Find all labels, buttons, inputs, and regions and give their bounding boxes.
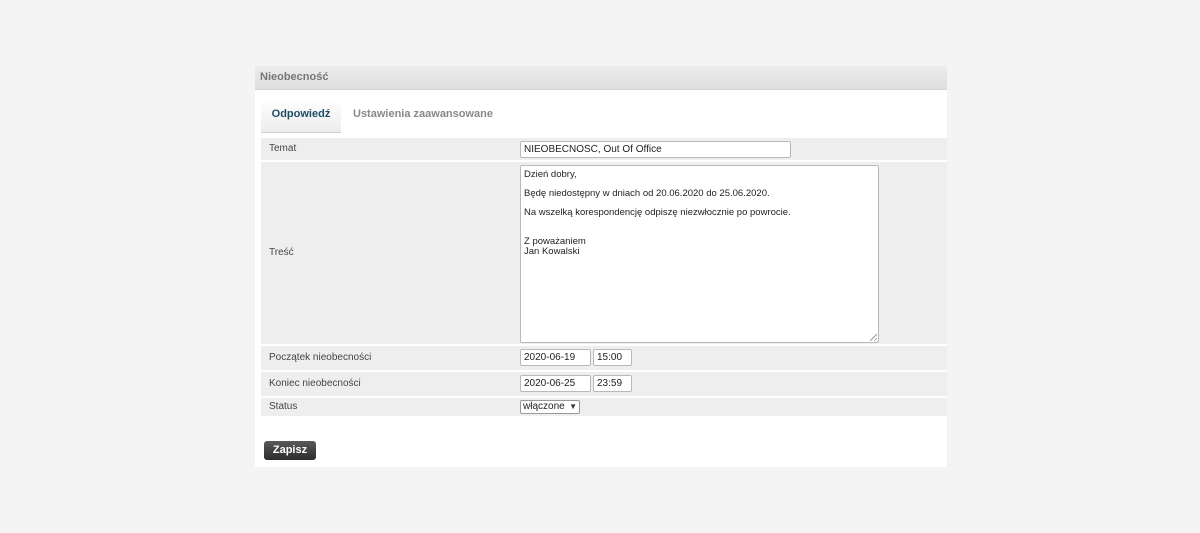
start-row: Początek nieobecności xyxy=(261,346,947,372)
status-select[interactable]: włączone ▼ xyxy=(520,400,580,414)
end-label: Koniec nieobecności xyxy=(269,378,361,389)
tab-advanced-settings[interactable]: Ustawienia zaawansowane xyxy=(353,99,493,132)
tab-bar: Odpowiedź Ustawienia zaawansowane xyxy=(255,90,947,136)
body-line-greeting: Dzień dobry, xyxy=(524,169,577,180)
out-of-office-panel: Nieobecność Odpowiedź Ustawienia zaawans… xyxy=(255,66,947,467)
body-row: Treść Dzień dobry, Będę niedostępny w dn… xyxy=(261,162,947,346)
start-time-input[interactable] xyxy=(593,349,632,366)
subject-label: Temat xyxy=(269,143,297,154)
body-line-signature: Z poważaniem Jan Kowalski xyxy=(524,236,586,257)
status-row: Status włączone ▼ xyxy=(261,398,947,418)
status-selected-value: włączone xyxy=(523,401,565,412)
form-table: Temat Treść Dzień dobry, Będę niedostępn… xyxy=(261,138,947,418)
subject-row: Temat xyxy=(261,138,947,162)
start-label: Początek nieobecności xyxy=(269,352,372,363)
status-label: Status xyxy=(269,401,298,412)
body-line-reply: Na wszelką korespondencję odpiszę niezwł… xyxy=(524,207,791,218)
body-label: Treść xyxy=(269,247,294,258)
chevron-down-icon: ▼ xyxy=(569,402,577,411)
start-date-input[interactable] xyxy=(520,349,591,366)
end-time-input[interactable] xyxy=(593,375,632,392)
resize-grip-icon[interactable] xyxy=(870,334,877,341)
subject-input[interactable] xyxy=(520,141,791,158)
body-line-dates: Będę niedostępny w dniach od 20.06.2020 … xyxy=(524,188,770,199)
save-button[interactable]: Zapisz xyxy=(264,441,316,460)
end-row: Koniec nieobecności xyxy=(261,372,947,398)
body-textarea[interactable]: Dzień dobry, Będę niedostępny w dniach o… xyxy=(520,165,879,343)
tab-reply[interactable]: Odpowiedź xyxy=(261,99,341,133)
panel-title: Nieobecność xyxy=(255,66,947,90)
end-date-input[interactable] xyxy=(520,375,591,392)
